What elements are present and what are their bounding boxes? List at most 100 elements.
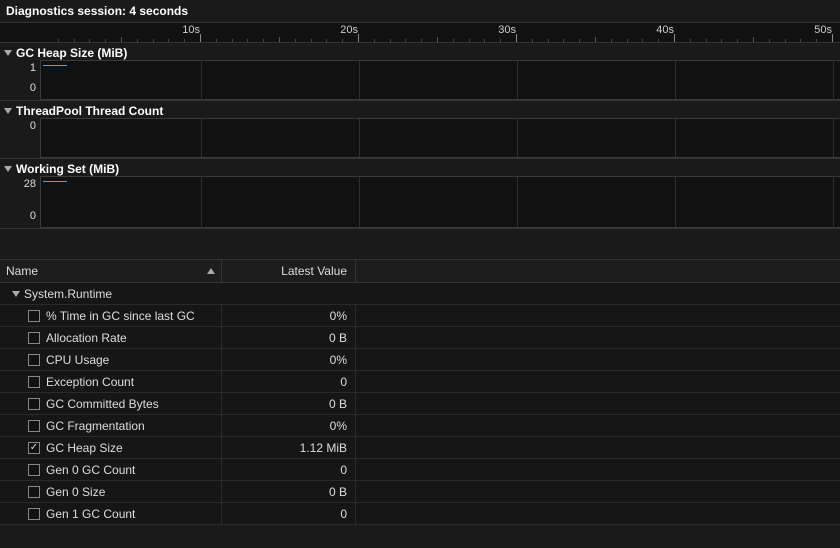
gridline [675, 177, 676, 227]
chart-title-label: Working Set (MiB) [16, 162, 119, 176]
y-tick-label: 0 [30, 210, 36, 222]
chart-gc-heap: GC Heap Size (MiB)10 [0, 43, 840, 101]
counter-checkbox[interactable] [28, 354, 40, 366]
ruler-tick-minor [437, 37, 438, 42]
ruler-tick-minor [453, 39, 454, 42]
table-row[interactable]: Exception Count0 [0, 371, 840, 393]
counter-name-label: CPU Usage [46, 353, 109, 367]
ruler-tick-major [358, 34, 359, 42]
ruler-tick-minor [532, 39, 533, 42]
ruler-tick-minor [295, 39, 296, 42]
counter-value-cell: 0% [222, 415, 356, 436]
ruler-tick-minor [247, 39, 248, 42]
ruler-tick-major [674, 34, 675, 42]
ruler-tick-minor [390, 39, 391, 42]
ruler-tick-minor [421, 39, 422, 42]
counter-checkbox[interactable] [28, 508, 40, 520]
table-row[interactable]: GC Fragmentation0% [0, 415, 840, 437]
counter-value-cell: 0 B [222, 481, 356, 502]
timeline-ruler[interactable]: 10s20s30s40s50s [0, 23, 840, 43]
gridline [359, 119, 360, 157]
counter-name-cell: % Time in GC since last GC [0, 305, 222, 326]
ruler-tick-minor [500, 39, 501, 42]
sort-ascending-icon [207, 268, 215, 274]
sparkline [43, 181, 67, 182]
ruler-tick-minor [105, 39, 106, 42]
table-row[interactable]: GC Committed Bytes0 B [0, 393, 840, 415]
counter-value-cell: 0% [222, 349, 356, 370]
ruler-tick-minor [311, 39, 312, 42]
gridline [201, 177, 202, 227]
ruler-tick-minor [342, 39, 343, 42]
table-row[interactable]: Gen 1 GC Count0 [0, 503, 840, 525]
sparkline [43, 65, 67, 66]
counter-checkbox[interactable] [28, 376, 40, 388]
counter-value-cell: 0 [222, 503, 356, 524]
ruler-tick-minor [216, 39, 217, 42]
counter-name-cell: GC Fragmentation [0, 415, 222, 436]
column-header-value[interactable]: Latest Value [222, 260, 356, 282]
ruler-tick-minor [690, 39, 691, 42]
ruler-tick-major [832, 34, 833, 42]
chart-title-label: GC Heap Size (MiB) [16, 46, 127, 60]
ruler-tick-minor [642, 39, 643, 42]
counter-checkbox[interactable] [28, 310, 40, 322]
column-header-name[interactable]: Name [0, 260, 222, 282]
counter-checkbox[interactable] [28, 464, 40, 476]
counter-name-label: Gen 0 Size [46, 485, 105, 499]
ruler-tick-minor [816, 39, 817, 42]
counter-value-cell: 0% [222, 305, 356, 326]
counter-checkbox[interactable] [28, 486, 40, 498]
table-row[interactable]: Gen 0 GC Count0 [0, 459, 840, 481]
table-header: Name Latest Value [0, 259, 840, 283]
ruler-tick-minor [89, 39, 90, 42]
chart-title[interactable]: GC Heap Size (MiB) [0, 43, 840, 60]
chart-plot-area[interactable] [40, 118, 840, 158]
chart-y-axis: 10 [0, 60, 40, 100]
table-row[interactable]: CPU Usage 0% [0, 349, 840, 371]
gridline [833, 177, 834, 227]
table-row[interactable]: Gen 0 Size 0 B [0, 481, 840, 503]
counter-name-label: Allocation Rate [46, 331, 127, 345]
counter-checkbox[interactable] [28, 332, 40, 344]
counters-table: Name Latest Value System.Runtime% Time i… [0, 259, 840, 548]
ruler-tick-minor [737, 39, 738, 42]
counter-group-row[interactable]: System.Runtime [0, 283, 840, 305]
counter-checkbox[interactable] [28, 398, 40, 410]
counter-checkbox[interactable] [28, 442, 40, 454]
counter-name-cell: CPU Usage [0, 349, 222, 370]
ruler-tick-major [516, 34, 517, 42]
counter-checkbox[interactable] [28, 420, 40, 432]
ruler-tick-minor [579, 39, 580, 42]
table-row[interactable]: GC Heap Size1.12 MiB [0, 437, 840, 459]
ruler-tick-minor [658, 39, 659, 42]
ruler-tick-minor [484, 39, 485, 42]
table-row[interactable]: % Time in GC since last GC0% [0, 305, 840, 327]
chart-title[interactable]: ThreadPool Thread Count [0, 101, 840, 118]
chart-plot-area[interactable] [40, 60, 840, 100]
gridline [517, 61, 518, 99]
table-body: System.Runtime% Time in GC since last GC… [0, 283, 840, 525]
ruler-tick-minor [153, 39, 154, 42]
ruler-tick-minor [548, 39, 549, 42]
y-tick-label: 1 [30, 62, 36, 74]
gridline [833, 119, 834, 157]
ruler-tick-minor [184, 39, 185, 42]
counter-value-cell: 0 [222, 371, 356, 392]
counter-name-cell: Allocation Rate [0, 327, 222, 348]
counter-name-cell: Gen 0 GC Count [0, 459, 222, 480]
column-header-value-label: Latest Value [281, 264, 347, 278]
gridline [359, 61, 360, 99]
chart-title[interactable]: Working Set (MiB) [0, 159, 840, 176]
gridline [517, 119, 518, 157]
table-row[interactable]: Allocation Rate0 B [0, 327, 840, 349]
ruler-label: 10s [182, 24, 200, 36]
y-tick-label: 0 [30, 82, 36, 94]
chart-plot-area[interactable] [40, 176, 840, 228]
ruler-tick-minor [800, 39, 801, 42]
ruler-tick-minor [563, 39, 564, 42]
gridline [201, 119, 202, 157]
counter-name-label: GC Committed Bytes [46, 397, 159, 411]
ruler-tick-minor [706, 39, 707, 42]
ruler-tick-minor [263, 39, 264, 42]
